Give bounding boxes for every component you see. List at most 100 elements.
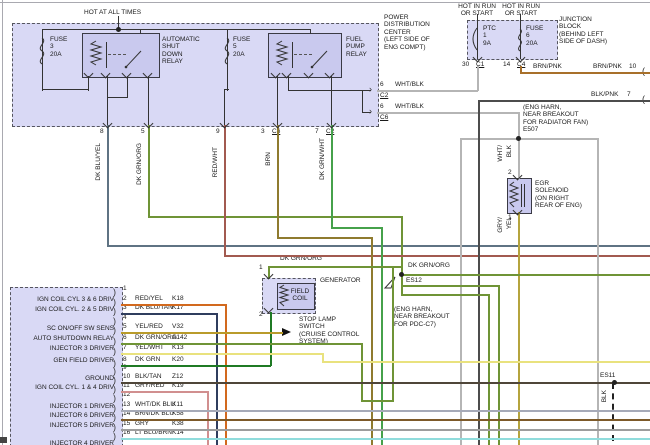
- pcm-circuit-code: V32: [172, 323, 184, 330]
- pcm-pin-number: 10: [123, 373, 130, 380]
- wire-segment-dk_grn: [121, 365, 271, 367]
- wire-segment-dark: [42, 29, 43, 91]
- fuel-pump-relay-label: FUEL PUMP RELAY: [346, 36, 367, 58]
- wire-segment-dark: [140, 29, 141, 34]
- pcm-pin-number: 8: [123, 356, 127, 363]
- frame-left-border: [2, 0, 3, 445]
- wire-segment-dark: [362, 112, 371, 113]
- fuel-coil-icon: [276, 41, 288, 69]
- wire-segment-dark: [362, 90, 371, 91]
- asd-switch-icon: [124, 46, 144, 70]
- wire-segment-dark: [107, 97, 128, 98]
- pcm-pin-number: 5: [123, 323, 127, 330]
- wire-segment-red_yel: [121, 304, 226, 306]
- pdc-out2-pin: 6: [380, 103, 384, 110]
- trunk-dk-blu-yel-label: DK BLU/YEL: [95, 143, 102, 181]
- fuse3-label: FUSE 3 20A: [50, 36, 67, 58]
- wire-segment-dark: [127, 76, 128, 98]
- wire-segment-dk_grn_org: [401, 285, 499, 287]
- wire-segment-dk_grn_org: [361, 343, 363, 401]
- wire-segment-yel_red: [121, 332, 283, 334]
- trunk-red-wht-label: RED/WHT: [212, 147, 219, 177]
- egr-feed-wire-label-b: BLK: [506, 145, 513, 157]
- wire-segment-brn: [371, 237, 373, 445]
- pin9-label: 9: [216, 128, 220, 135]
- wire-segment-wht_blk: [377, 90, 478, 92]
- generator-label: GENERATOR: [320, 277, 361, 284]
- pcm-pin-connector-icon: ): [113, 394, 116, 403]
- wire-segment-yel_wht: [322, 361, 650, 363]
- pdc-label: POWER DISTRIBUTION CENTER (LEFT SIDE OF …: [384, 14, 430, 51]
- field-coil-label: FIELD COIL: [288, 288, 312, 303]
- wire-segment-dk_grn_wht: [381, 227, 383, 445]
- pcm-circuit-label: GEN FIELD DRIVER: [14, 357, 114, 364]
- trunk-brn-label: BRN: [265, 152, 272, 166]
- wire-segment-red_wht: [224, 255, 650, 257]
- brnpnk-label-b: BRN/PNK: [593, 63, 622, 70]
- wire-segment-dk_blu_yel: [107, 245, 650, 247]
- wire-segment-blk_pnk: [478, 100, 650, 102]
- pcm-circuit-label: INJECTOR 5 DRIVER: [14, 422, 114, 429]
- hot-at-all-times-label: HOT AT ALL TIMES: [84, 9, 141, 16]
- splice-dot: [516, 136, 521, 141]
- wire-segment-dk_grn: [270, 312, 272, 366]
- pcm-circuit-label: IGN COIL CYL. 2 & 5 DRIV: [14, 306, 114, 313]
- wire-segment-dk_blu_yel: [107, 125, 109, 246]
- pcm-circuit-label: SC ON/OFF SW SENS: [14, 325, 114, 332]
- wire-segment-wht_blk: [377, 112, 520, 114]
- frame-top-border: [0, 2, 650, 3]
- wire-segment-gry_red: [121, 391, 208, 393]
- wire-segment-wht_blk: [460, 138, 599, 140]
- wire-segment-blk_pnk: [478, 100, 480, 445]
- pcm-circuit-label: INJECTOR 3 DRIVER: [14, 345, 114, 352]
- wire-segment-brn_dk_blu: [121, 419, 650, 421]
- pin7-label: 7: [315, 128, 319, 135]
- pcm-circuit-code: K38: [172, 420, 184, 427]
- wire-segment-dark: [288, 76, 289, 91]
- egr-feed-wire-label-a: WHT/: [497, 145, 504, 162]
- pin3-label: 3: [261, 128, 265, 135]
- pin14-label: 14: [503, 61, 510, 68]
- pcm-wire-color-label: WHT/DK BLU: [135, 401, 175, 408]
- junction-block-label: JUNCTION BLOCK (BEHIND LEFT SIDE OF DASH…: [559, 16, 607, 46]
- pcm-pin-number: 2: [123, 295, 127, 302]
- wire-segment-dk_grn_org: [121, 343, 362, 345]
- wire-segment-dk_grn_org: [268, 266, 402, 268]
- egr-label: EGR SOLENOID (ON RIGHT REAR OF ENG): [535, 180, 582, 210]
- pcm-circuit-code: K18: [172, 295, 184, 302]
- pcm-wire-color-label: GRY: [135, 420, 149, 427]
- pcm-circuit-label: AUTO SHUTDOWN RELAY: [14, 335, 114, 342]
- es11-name: ES11: [600, 372, 615, 379]
- trunk-dk-grn-org-label: DK GRN/ORG: [136, 143, 143, 185]
- pcm-circuit-code: K13: [172, 344, 184, 351]
- asd-coil-icon: [90, 41, 102, 69]
- es11-wire-label: BLK: [601, 390, 608, 402]
- fuse6-label: FUSE 6 20A: [526, 25, 543, 47]
- asd-coil-core: [106, 42, 107, 68]
- egr-core-bar-1: [521, 184, 522, 207]
- egr-core-bar-2: [524, 184, 525, 207]
- wire-segment-dark: [310, 29, 311, 34]
- page-corner-mark: [0, 437, 7, 443]
- pcm-pin-number: 7: [123, 344, 127, 351]
- wire-segment-dk_grn_org: [401, 294, 489, 296]
- wire-segment-dark: [477, 14, 478, 21]
- pcm-wire-color-label: DK GRN/ORG: [135, 334, 177, 341]
- wire-segment-dark: [362, 90, 363, 113]
- wiring-diagram-canvas: HOT AT ALL TIMES AUTOMATIC SHUT DOWN REL…: [0, 0, 650, 445]
- pin30-label: 30: [462, 61, 469, 68]
- wire-segment-brn: [277, 237, 373, 239]
- wire-segment-lt_blu_brn: [121, 438, 650, 440]
- pdc-out2-conn: C6: [380, 114, 388, 121]
- pcm-circuit-label: INJECTOR 6 DRIVER: [14, 412, 114, 419]
- pcm-pin-number: 13: [123, 401, 130, 408]
- pcm-pin-number: 6: [123, 334, 127, 341]
- es12-note: (ENG HARN, NEAR BREAKOUT FOR PDC-C7): [394, 306, 450, 328]
- junction-block-box: [467, 20, 558, 60]
- wire-segment-brn: [277, 125, 279, 238]
- stop-lamp-label: STOP LAMP SWITCH (CRUISE CONTROL SYSTEM): [299, 316, 359, 346]
- wire-segment-dark: [42, 89, 89, 90]
- es12-pointer-icon: [384, 276, 397, 289]
- pcm-wire-color-label: YEL/RED: [135, 323, 163, 330]
- pcm-wire-color-label: BLK/TAN: [135, 373, 162, 380]
